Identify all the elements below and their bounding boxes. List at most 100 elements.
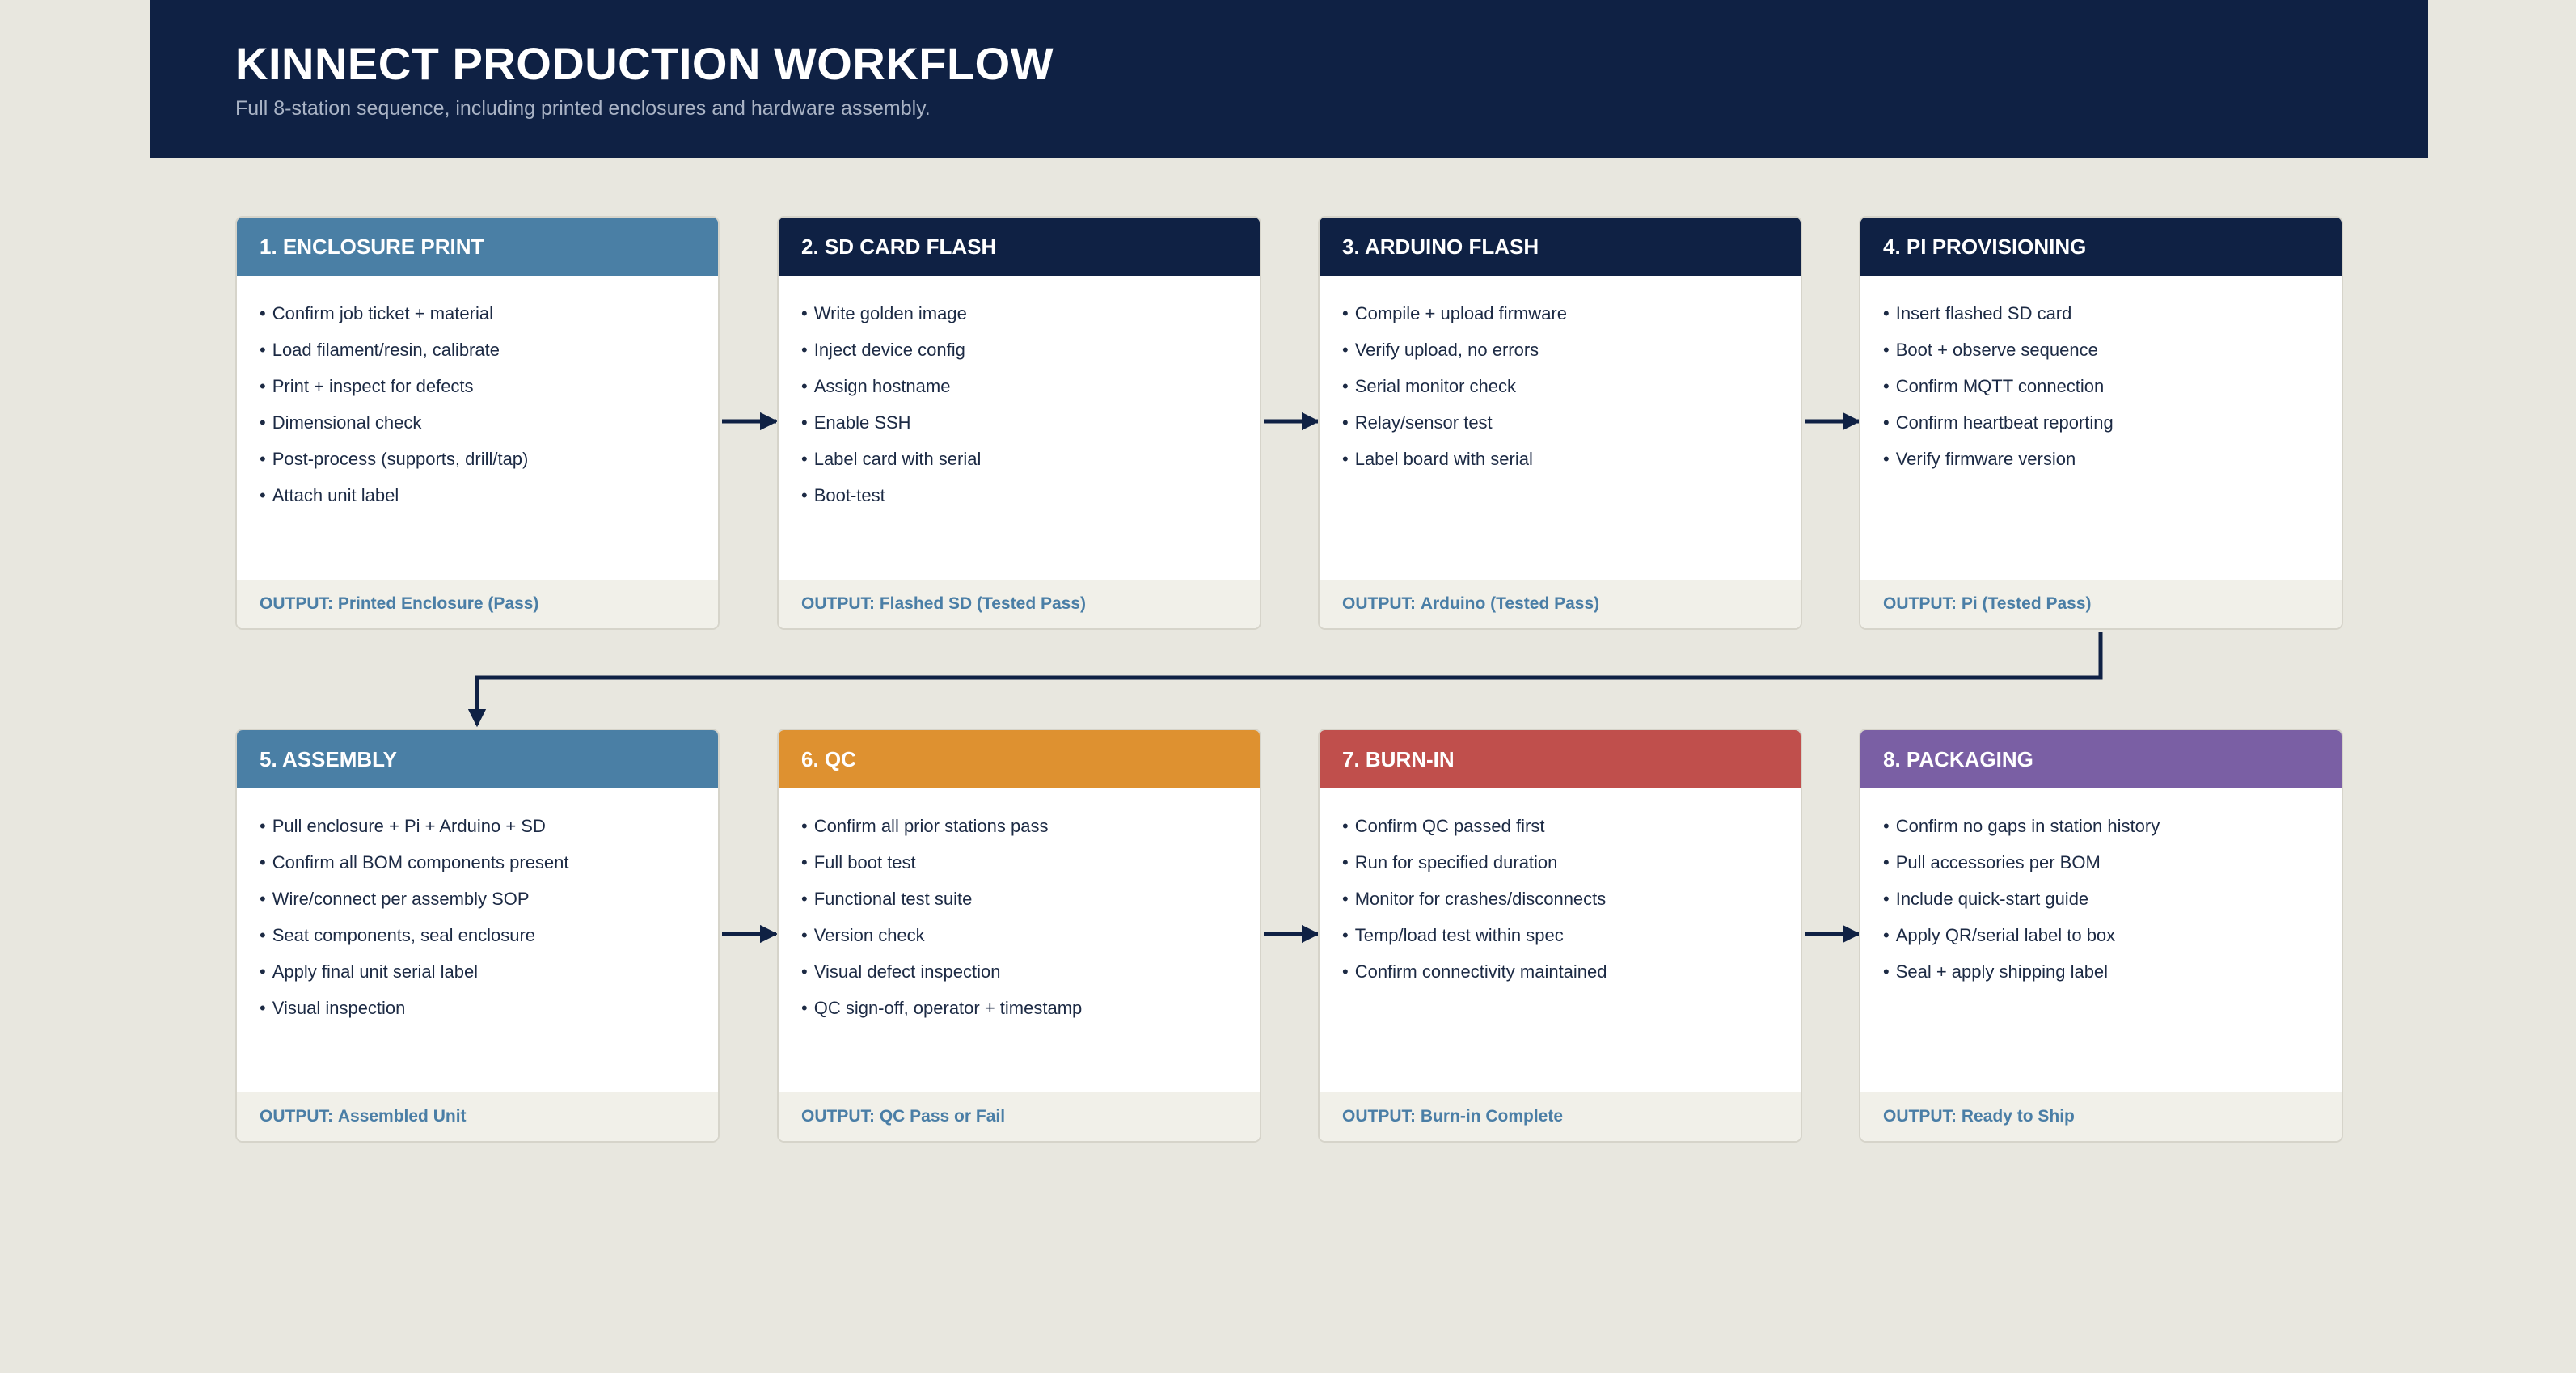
checklist-item: Apply QR/serial label to box: [1883, 917, 2325, 953]
station-card-assembly: 5. ASSEMBLY Pull enclosure + Pi + Arduin…: [235, 729, 720, 1143]
checklist-item: Assign hostname: [801, 368, 1244, 404]
station-header: 7. BURN-IN: [1320, 730, 1801, 788]
station-checklist: Compile + upload firmware Verify upload,…: [1342, 295, 1784, 477]
station-checklist: Pull enclosure + Pi + Arduino + SD Confi…: [260, 808, 702, 1026]
checklist-item: Post-process (supports, drill/tap): [260, 441, 702, 477]
output-label: OUTPUT:: [1342, 1107, 1416, 1126]
station-title: 2. SD CARD FLASH: [801, 234, 997, 259]
output-value: Ready to Ship: [1961, 1107, 2075, 1126]
output-value: Arduino (Tested Pass): [1420, 594, 1600, 613]
station-header: 8. PACKAGING: [1860, 730, 2342, 788]
station-card-sd-card-flash: 2. SD CARD FLASH Write golden image Inje…: [777, 216, 1261, 630]
checklist-item: Run for specified duration: [1342, 844, 1784, 881]
checklist-item: Pull enclosure + Pi + Arduino + SD: [260, 808, 702, 844]
station-checklist: Confirm QC passed first Run for specifie…: [1342, 808, 1784, 990]
station-output: OUTPUT: Burn-in Complete: [1320, 1092, 1801, 1141]
checklist-item: Serial monitor check: [1342, 368, 1784, 404]
checklist-item: Monitor for crashes/disconnects: [1342, 881, 1784, 917]
station-title: 5. ASSEMBLY: [260, 746, 398, 771]
checklist-item: Confirm all BOM components present: [260, 844, 702, 881]
checklist-item: QC sign-off, operator + timestamp: [801, 990, 1244, 1026]
station-card-arduino-flash: 3. ARDUINO FLASH Compile + upload firmwa…: [1318, 216, 1802, 630]
checklist-item: Seal + apply shipping label: [1883, 953, 2325, 990]
output-label: OUTPUT:: [1883, 594, 1957, 613]
checklist-item: Confirm no gaps in station history: [1883, 808, 2325, 844]
connector-4-5: [467, 632, 2103, 728]
station-output: OUTPUT: Ready to Ship: [1860, 1092, 2342, 1141]
station-card-enclosure-print: 1. ENCLOSURE PRINT Confirm job ticket + …: [235, 216, 720, 630]
checklist-item: Include quick-start guide: [1883, 881, 2325, 917]
station-checklist: Confirm job ticket + material Load filam…: [260, 295, 702, 513]
output-value: Printed Enclosure (Pass): [337, 594, 539, 613]
station-header: 4. PI PROVISIONING: [1860, 218, 2342, 276]
station-card-burn-in: 7. BURN-IN Confirm QC passed first Run f…: [1318, 729, 1802, 1143]
station-output: OUTPUT: QC Pass or Fail: [779, 1092, 1260, 1141]
station-card-pi-provisioning: 4. PI PROVISIONING Insert flashed SD car…: [1859, 216, 2343, 630]
station-header: 2. SD CARD FLASH: [779, 218, 1260, 276]
station-title: 4. PI PROVISIONING: [1883, 234, 2087, 259]
station-title: 1. ENCLOSURE PRINT: [260, 234, 484, 259]
checklist-item: Seat components, seal enclosure: [260, 917, 702, 953]
checklist-item: Temp/load test within spec: [1342, 917, 1784, 953]
output-value: Flashed SD (Tested Pass): [879, 594, 1087, 613]
station-title: 3. ARDUINO FLASH: [1342, 234, 1539, 259]
checklist-item: Confirm heartbeat reporting: [1883, 404, 2325, 441]
checklist-item: Visual defect inspection: [801, 953, 1244, 990]
output-label: OUTPUT:: [801, 594, 875, 613]
station-header: 1. ENCLOSURE PRINT: [237, 218, 718, 276]
checklist-item: Confirm job ticket + material: [260, 295, 702, 332]
checklist-item: Verify firmware version: [1883, 441, 2325, 477]
checklist-item: Version check: [801, 917, 1244, 953]
checklist-item: Insert flashed SD card: [1883, 295, 2325, 332]
checklist-item: Confirm QC passed first: [1342, 808, 1784, 844]
checklist-item: Functional test suite: [801, 881, 1244, 917]
output-label: OUTPUT:: [1342, 594, 1416, 613]
station-header: 6. QC: [779, 730, 1260, 788]
checklist-item: Dimensional check: [260, 404, 702, 441]
checklist-item: Visual inspection: [260, 990, 702, 1026]
station-checklist: Confirm all prior stations pass Full boo…: [801, 808, 1244, 1026]
checklist-item: Boot + observe sequence: [1883, 332, 2325, 368]
station-header: 3. ARDUINO FLASH: [1320, 218, 1801, 276]
checklist-item: Boot-test: [801, 477, 1244, 513]
station-output: OUTPUT: Pi (Tested Pass): [1860, 580, 2342, 628]
output-label: OUTPUT:: [801, 1107, 875, 1126]
output-label: OUTPUT:: [260, 1107, 333, 1126]
checklist-item: Print + inspect for defects: [260, 368, 702, 404]
station-checklist: Write golden image Inject device config …: [801, 295, 1244, 513]
checklist-item: Relay/sensor test: [1342, 404, 1784, 441]
output-value: QC Pass or Fail: [879, 1107, 1006, 1126]
station-card-packaging: 8. PACKAGING Confirm no gaps in station …: [1859, 729, 2343, 1143]
station-output: OUTPUT: Assembled Unit: [237, 1092, 718, 1141]
station-title: 6. QC: [801, 746, 856, 771]
workflow-connectors: [467, 412, 2103, 944]
output-label: OUTPUT:: [1883, 1107, 1957, 1126]
station-output: OUTPUT: Flashed SD (Tested Pass): [779, 580, 1260, 628]
station-title: 8. PACKAGING: [1883, 746, 2033, 771]
checklist-item: Enable SSH: [801, 404, 1244, 441]
checklist-item: Attach unit label: [260, 477, 702, 513]
checklist-item: Load filament/resin, calibrate: [260, 332, 702, 368]
station-output: OUTPUT: Printed Enclosure (Pass): [237, 580, 718, 628]
station-header: 5. ASSEMBLY: [237, 730, 718, 788]
output-value: Assembled Unit: [337, 1107, 467, 1126]
checklist-item: Verify upload, no errors: [1342, 332, 1784, 368]
checklist-item: Apply final unit serial label: [260, 953, 702, 990]
output-label: OUTPUT:: [260, 594, 333, 613]
checklist-item: Confirm MQTT connection: [1883, 368, 2325, 404]
checklist-item: Label board with serial: [1342, 441, 1784, 477]
checklist-item: Full boot test: [801, 844, 1244, 881]
station-checklist: Insert flashed SD card Boot + observe se…: [1883, 295, 2325, 477]
checklist-item: Confirm connectivity maintained: [1342, 953, 1784, 990]
station-output: OUTPUT: Arduino (Tested Pass): [1320, 580, 1801, 628]
output-value: Pi (Tested Pass): [1961, 594, 2092, 613]
station-title: 7. BURN-IN: [1342, 746, 1455, 771]
checklist-item: Compile + upload firmware: [1342, 295, 1784, 332]
checklist-item: Wire/connect per assembly SOP: [260, 881, 702, 917]
checklist-item: Label card with serial: [801, 441, 1244, 477]
output-value: Burn-in Complete: [1420, 1107, 1564, 1126]
station-card-qc: 6. QC Confirm all prior stations pass Fu…: [777, 729, 1261, 1143]
checklist-item: Pull accessories per BOM: [1883, 844, 2325, 881]
station-checklist: Confirm no gaps in station history Pull …: [1883, 808, 2325, 990]
checklist-item: Write golden image: [801, 295, 1244, 332]
